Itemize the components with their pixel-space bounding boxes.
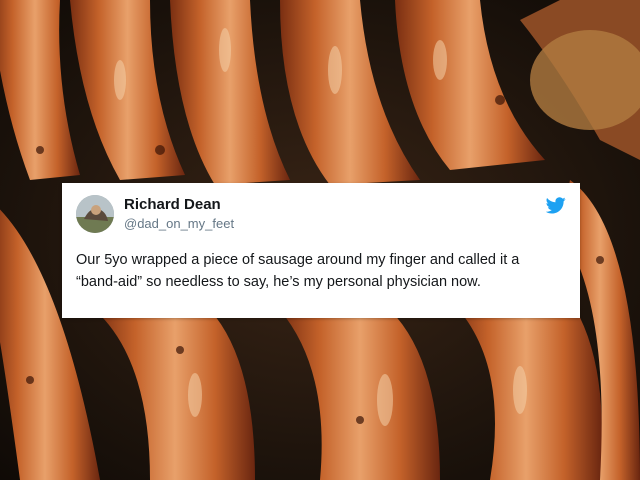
twitter-bird-icon[interactable] xyxy=(546,197,566,214)
user-handle[interactable]: @dad_on_my_feet xyxy=(124,216,234,231)
avatar[interactable] xyxy=(76,195,114,233)
tweet-text: Our 5yo wrapped a piece of sausage aroun… xyxy=(76,252,520,290)
meme-image: Richard Dean @dad_on_my_feet Our 5yo wra… xyxy=(0,0,640,480)
sausage-top-row xyxy=(0,0,640,185)
display-name[interactable]: Richard Dean xyxy=(124,196,221,213)
tweet-card: Richard Dean @dad_on_my_feet Our 5yo wra… xyxy=(62,183,580,318)
